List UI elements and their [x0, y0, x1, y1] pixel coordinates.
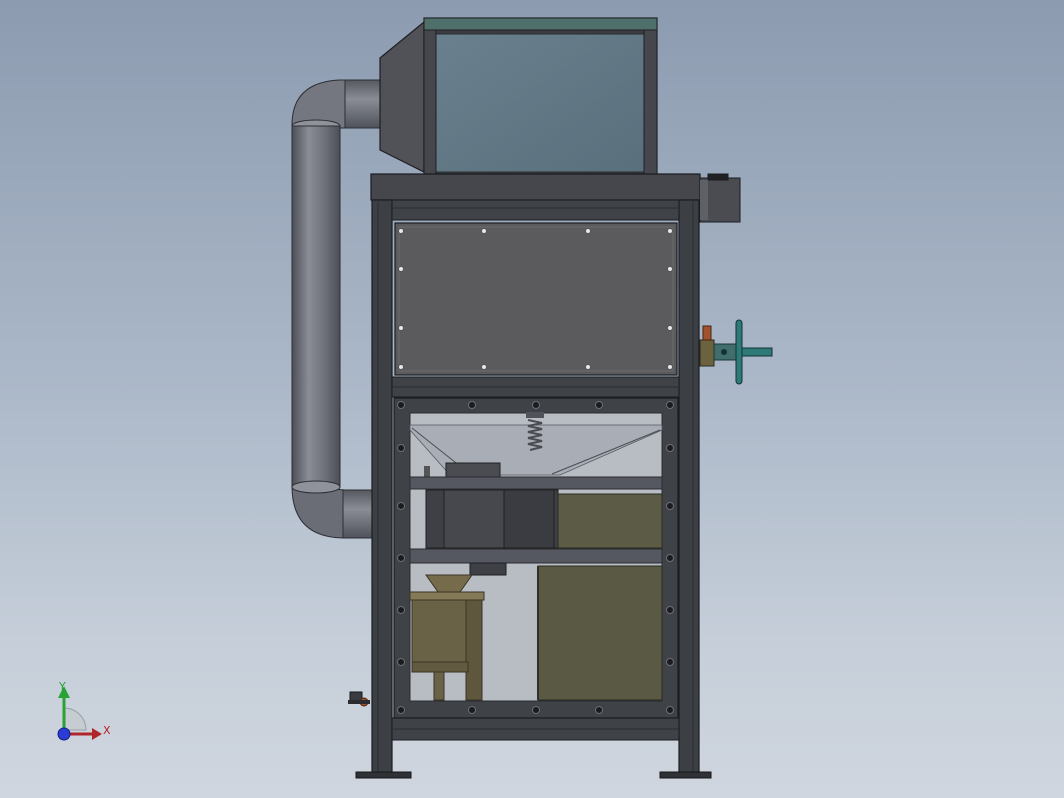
- z-axis-dot: [57, 727, 71, 741]
- coordinate-triad: Y X: [57, 680, 111, 741]
- bolt: [595, 401, 603, 409]
- bolt: [397, 706, 405, 714]
- handwheel-valve[interactable]: [699, 319, 773, 385]
- bolt: [397, 502, 405, 510]
- cad-viewport[interactable]: Y X: [0, 0, 1064, 798]
- bolt: [397, 658, 405, 666]
- bolt: [481, 228, 487, 234]
- exhaust-duct: [291, 79, 385, 539]
- bolt: [667, 228, 673, 234]
- bolt: [397, 606, 405, 614]
- bolt: [481, 364, 487, 370]
- bolt: [667, 364, 673, 370]
- control-box: [699, 173, 741, 223]
- bolt: [397, 444, 405, 452]
- bolt: [666, 554, 674, 562]
- bolt: [532, 706, 540, 714]
- x-axis-label: X: [103, 724, 111, 737]
- bolt: [667, 325, 673, 331]
- bolt: [666, 658, 674, 666]
- bolt: [532, 401, 540, 409]
- bolt: [468, 706, 476, 714]
- bolt: [666, 444, 674, 452]
- x-axis-arrow: [92, 728, 102, 740]
- bolt: [397, 401, 405, 409]
- bolt: [397, 554, 405, 562]
- top-plate: [370, 173, 701, 201]
- bolt: [585, 364, 591, 370]
- bolt: [666, 606, 674, 614]
- hopper: [379, 17, 658, 175]
- bolt: [398, 325, 404, 331]
- bolt: [667, 266, 673, 272]
- bolt: [666, 502, 674, 510]
- bolt: [595, 706, 603, 714]
- bolt: [666, 706, 674, 714]
- upper-panel: [394, 222, 678, 376]
- bolt: [666, 401, 674, 409]
- bolt: [468, 401, 476, 409]
- bolt: [398, 228, 404, 234]
- drain-fitting: [348, 691, 370, 707]
- bolt: [585, 228, 591, 234]
- y-axis-label: Y: [58, 680, 66, 693]
- bolt: [398, 266, 404, 272]
- bolt: [398, 364, 404, 370]
